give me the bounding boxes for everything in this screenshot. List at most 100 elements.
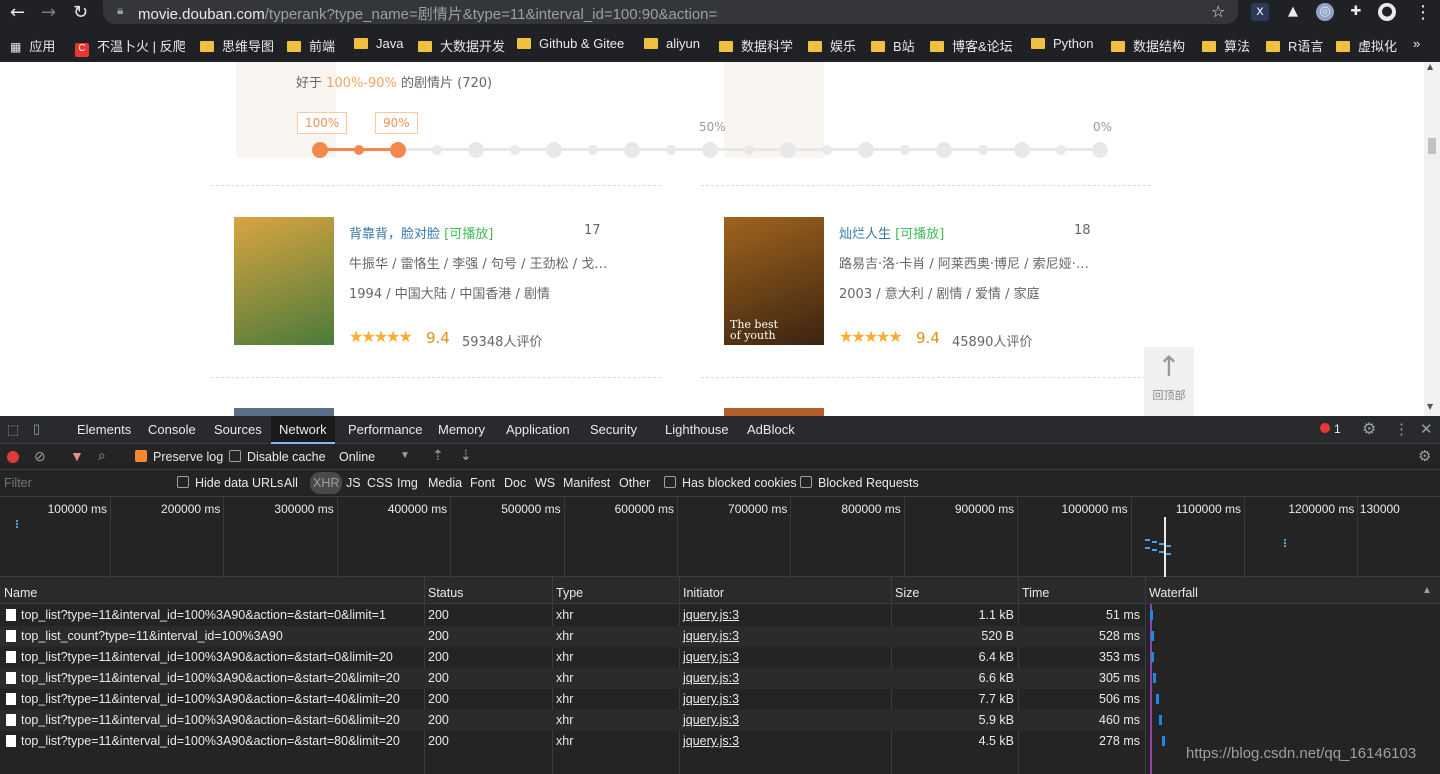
request-row[interactable]: top_list?type=11&interval_id=100%3A90&ac…	[0, 710, 1145, 731]
bookmark-4[interactable]: Java	[354, 36, 403, 51]
scroll-up-icon[interactable]: ▲	[1427, 62, 1433, 71]
bookmark-10[interactable]: B站	[871, 36, 915, 55]
extension-triangle-icon[interactable]: ▲	[1284, 3, 1302, 21]
scroll-thumb[interactable]	[1428, 138, 1436, 154]
reload-icon[interactable]: ↻	[73, 2, 88, 23]
inspect-element-icon[interactable]: ⬚	[7, 422, 19, 438]
more-bookmarks-icon[interactable]: »	[1413, 36, 1420, 51]
tab-adblock[interactable]: AdBlock	[747, 422, 795, 437]
filter-type-all[interactable]: All	[284, 476, 298, 490]
chevron-down-icon[interactable]: ▼	[400, 450, 410, 461]
filter-type-ws[interactable]: WS	[535, 476, 555, 490]
tab-application[interactable]: Application	[506, 422, 570, 437]
filter-type-doc[interactable]: Doc	[504, 476, 526, 490]
search-icon[interactable]: ⌕	[98, 447, 106, 464]
forward-icon[interactable]: →	[41, 2, 56, 23]
extensions-puzzle-icon[interactable]: ✚	[1347, 3, 1365, 21]
request-initiator[interactable]: jquery.js:3	[683, 650, 739, 664]
clear-icon[interactable]: ⊘	[34, 448, 46, 465]
request-initiator[interactable]: jquery.js:3	[683, 734, 739, 748]
slider-step[interactable]	[666, 145, 676, 155]
bookmark-15[interactable]: R语言	[1266, 36, 1323, 55]
has-blocked-cookies-checkbox[interactable]	[664, 476, 676, 488]
column-header-size[interactable]: Size	[895, 586, 919, 600]
back-to-top-button[interactable]: ↑ 回顶部	[1144, 347, 1194, 416]
slider-step[interactable]	[1092, 142, 1108, 158]
request-row[interactable]: top_list?type=11&interval_id=100%3A90&ac…	[0, 689, 1145, 710]
device-toolbar-icon[interactable]: ▯	[33, 421, 40, 437]
column-header-waterfall[interactable]: Waterfall	[1149, 586, 1198, 600]
record-icon[interactable]	[7, 451, 19, 463]
bookmark-12[interactable]: Python	[1031, 36, 1093, 51]
bookmark-8[interactable]: 数据科学	[719, 36, 793, 55]
hide-data-urls-checkbox[interactable]	[177, 476, 189, 488]
movie-poster[interactable]	[234, 217, 334, 345]
settings-gear-icon[interactable]: ⚙	[1362, 419, 1376, 439]
filter-type-other[interactable]: Other	[619, 476, 650, 490]
filter-funnel-icon[interactable]: ▼	[70, 448, 84, 464]
tab-lighthouse[interactable]: Lighthouse	[665, 422, 729, 437]
bookmark-3[interactable]: 前端	[287, 36, 335, 55]
request-row[interactable]: top_list_count?type=11&interval_id=100%3…	[0, 626, 1145, 647]
slider-step[interactable]	[624, 142, 640, 158]
request-initiator[interactable]: jquery.js:3	[683, 713, 739, 727]
slider-step[interactable]	[510, 145, 520, 155]
column-header-name[interactable]: Name	[4, 586, 37, 600]
slider-step[interactable]	[822, 145, 832, 155]
tab-performance[interactable]: Performance	[348, 422, 422, 437]
column-header-type[interactable]: Type	[556, 586, 583, 600]
export-har-icon[interactable]: ⇣	[460, 447, 472, 464]
extension-x-icon[interactable]: x	[1251, 3, 1269, 21]
tab-network[interactable]: Network	[271, 416, 335, 444]
request-row[interactable]: top_list?type=11&interval_id=100%3A90&ac…	[0, 668, 1145, 689]
bookmark-13[interactable]: 数据结构	[1111, 36, 1185, 55]
slider-step[interactable]	[432, 145, 442, 155]
bookmark-7[interactable]: aliyun	[644, 36, 700, 51]
filter-type-media[interactable]: Media	[428, 476, 462, 490]
bookmark-star-icon[interactable]: ☆	[1211, 2, 1225, 21]
throttling-select[interactable]: Online	[339, 450, 375, 464]
slider-step[interactable]	[744, 145, 754, 155]
request-initiator[interactable]: jquery.js:3	[683, 608, 739, 622]
bookmark-14[interactable]: 算法	[1202, 36, 1250, 55]
movie-title-link[interactable]: 灿烂人生 [可播放]	[839, 223, 944, 242]
slider-step[interactable]	[354, 145, 364, 155]
request-initiator[interactable]: jquery.js:3	[683, 692, 739, 706]
filter-type-js[interactable]: JS	[346, 476, 361, 490]
next-poster[interactable]	[724, 408, 824, 416]
slider-step[interactable]	[702, 142, 718, 158]
bookmark-11[interactable]: 博客&论坛	[930, 36, 1013, 55]
slider-step[interactable]	[1056, 145, 1066, 155]
slider-step[interactable]	[546, 142, 562, 158]
tab-elements[interactable]: Elements	[77, 422, 131, 437]
slider-step[interactable]	[900, 145, 910, 155]
slider-step[interactable]	[312, 142, 328, 158]
slider-step[interactable]	[1014, 142, 1030, 158]
back-icon[interactable]: ←	[10, 2, 25, 23]
error-icon[interactable]	[1320, 423, 1330, 433]
column-header-status[interactable]: Status	[428, 586, 463, 600]
slider-step[interactable]	[468, 142, 484, 158]
bookmark-6[interactable]: Github & Gitee	[517, 36, 624, 51]
filter-type-css[interactable]: CSS	[367, 476, 393, 490]
playable-badge[interactable]: [可播放]	[444, 227, 493, 242]
blocked-requests-checkbox[interactable]	[800, 476, 812, 488]
filter-type-img[interactable]: Img	[397, 476, 418, 490]
bookmark-0[interactable]: ▦ 应用	[10, 36, 55, 55]
devtools-menu-icon[interactable]: ⋮	[1394, 420, 1409, 438]
slider-step[interactable]	[978, 145, 988, 155]
request-initiator[interactable]: jquery.js:3	[683, 671, 739, 685]
page-scrollbar[interactable]: ▲ ▼	[1424, 62, 1440, 416]
bookmark-5[interactable]: 大数据开发	[418, 36, 505, 55]
slider-step[interactable]	[936, 142, 952, 158]
extension-circle-icon[interactable]: ◎	[1316, 3, 1334, 21]
tab-sources[interactable]: Sources	[214, 422, 262, 437]
next-poster[interactable]	[234, 408, 334, 416]
bookmark-1[interactable]: C 不温卜火 | 反爬	[75, 36, 186, 57]
tab-memory[interactable]: Memory	[438, 422, 485, 437]
close-devtools-icon[interactable]: ✕	[1420, 420, 1433, 438]
profile-avatar-icon[interactable]: ●	[1378, 3, 1396, 21]
slider-step[interactable]	[588, 145, 598, 155]
network-overview-timeline[interactable]: 100000 ms 200000 ms 300000 ms 400000 ms 5000…	[0, 497, 1440, 577]
filter-type-xhr[interactable]: XHR	[310, 472, 343, 494]
